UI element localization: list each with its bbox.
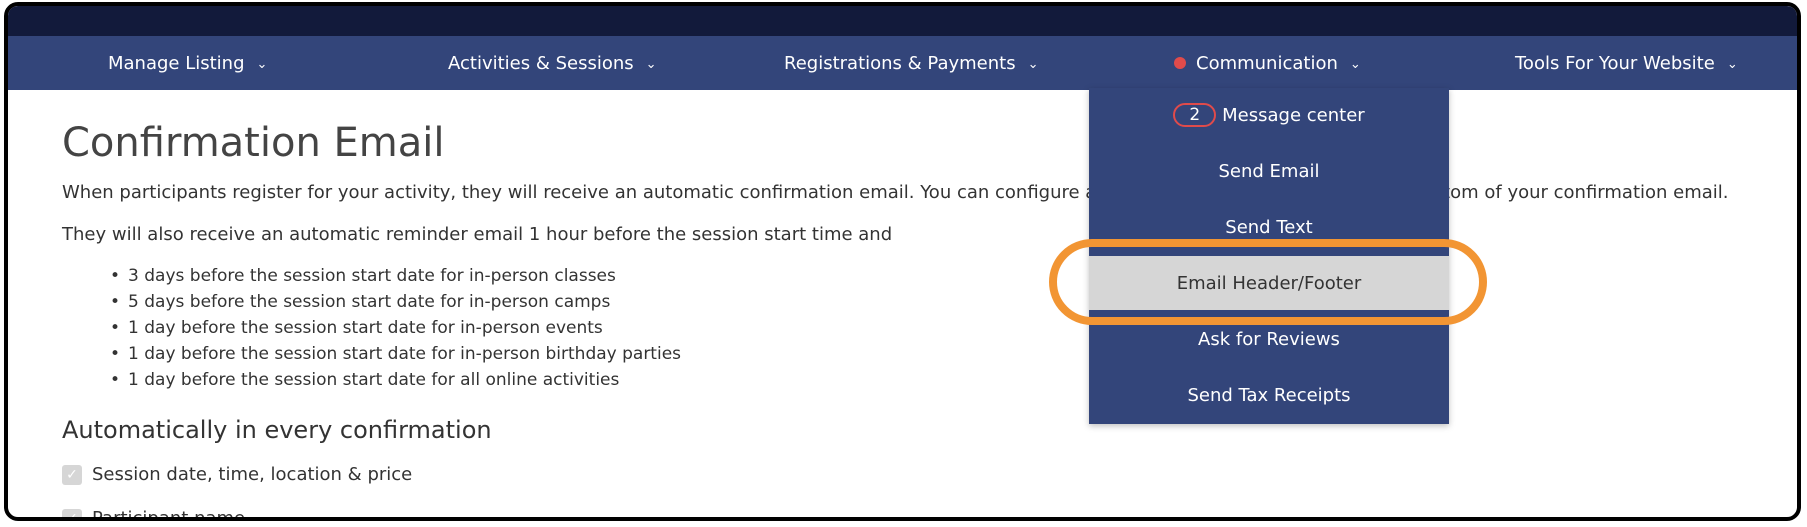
nav-activities-sessions[interactable]: Activities & Sessions ⌄ <box>448 36 657 90</box>
chevron-down-icon: ⌄ <box>256 56 268 72</box>
list-item: 1 day before the session start date for … <box>126 341 681 367</box>
chevron-down-icon: ⌄ <box>645 56 657 72</box>
list-item: 1 day before the session start date for … <box>126 315 681 341</box>
menu-item-message-center[interactable]: 2 Message center <box>1089 88 1449 142</box>
nav-label: Activities & Sessions <box>448 52 634 74</box>
checkbox[interactable]: ✓ <box>62 464 82 485</box>
unread-count-badge: 2 <box>1173 103 1217 127</box>
menu-item-label: Ask for Reviews <box>1198 328 1340 350</box>
chevron-down-icon: ⌄ <box>1726 56 1738 72</box>
nav-tools-website[interactable]: Tools For Your Website ⌄ <box>1515 36 1738 90</box>
list-item: 3 days before the session start date for… <box>126 263 681 289</box>
page-title: Confirmation Email <box>62 120 445 166</box>
menu-item-send-email[interactable]: Send Email <box>1089 144 1449 198</box>
menu-item-label: Send Text <box>1225 216 1313 238</box>
nav-label: Communication <box>1196 52 1338 74</box>
nav-label: Manage Listing <box>108 52 245 74</box>
notification-dot-icon <box>1174 57 1186 69</box>
app-window: Manage Listing ⌄ Activities & Sessions ⌄… <box>4 2 1801 521</box>
list-item: 1 day before the session start date for … <box>126 367 681 393</box>
reminder-text: They will also receive an automatic remi… <box>62 224 893 245</box>
menu-item-label: Send Email <box>1218 160 1320 182</box>
highlight-ring <box>1049 239 1487 325</box>
reminder-list: 3 days before the session start date for… <box>126 263 681 393</box>
checkbox-row: ✓ Participant name <box>62 508 246 521</box>
nav-manage-listing[interactable]: Manage Listing ⌄ <box>108 36 267 90</box>
top-strip <box>8 6 1797 36</box>
menu-item-label: Send Tax Receipts <box>1187 384 1351 406</box>
chevron-down-icon: ⌄ <box>1027 56 1039 72</box>
checkbox[interactable]: ✓ <box>62 508 82 517</box>
checkbox-label: Participant name <box>92 508 246 521</box>
checkbox-row: ✓ Session date, time, location & price <box>62 464 412 485</box>
nav-communication[interactable]: Communication ⌄ <box>1174 36 1361 90</box>
list-item: 5 days before the session start date for… <box>126 289 681 315</box>
menu-item-send-tax-receipts[interactable]: Send Tax Receipts <box>1089 368 1449 422</box>
nav-registrations-payments[interactable]: Registrations & Payments ⌄ <box>784 36 1039 90</box>
intro-text-left: When participants register for your acti… <box>62 182 1097 203</box>
main-nav: Manage Listing ⌄ Activities & Sessions ⌄… <box>8 36 1797 90</box>
section-title: Automatically in every confirmation <box>62 416 492 444</box>
checkbox-label: Session date, time, location & price <box>92 464 413 485</box>
intro-text-right: ttom of your confirmation email. <box>1436 182 1729 203</box>
menu-item-label: Message center <box>1222 104 1365 126</box>
nav-label: Registrations & Payments <box>784 52 1016 74</box>
nav-label: Tools For Your Website <box>1515 52 1715 74</box>
chevron-down-icon: ⌄ <box>1349 56 1361 72</box>
